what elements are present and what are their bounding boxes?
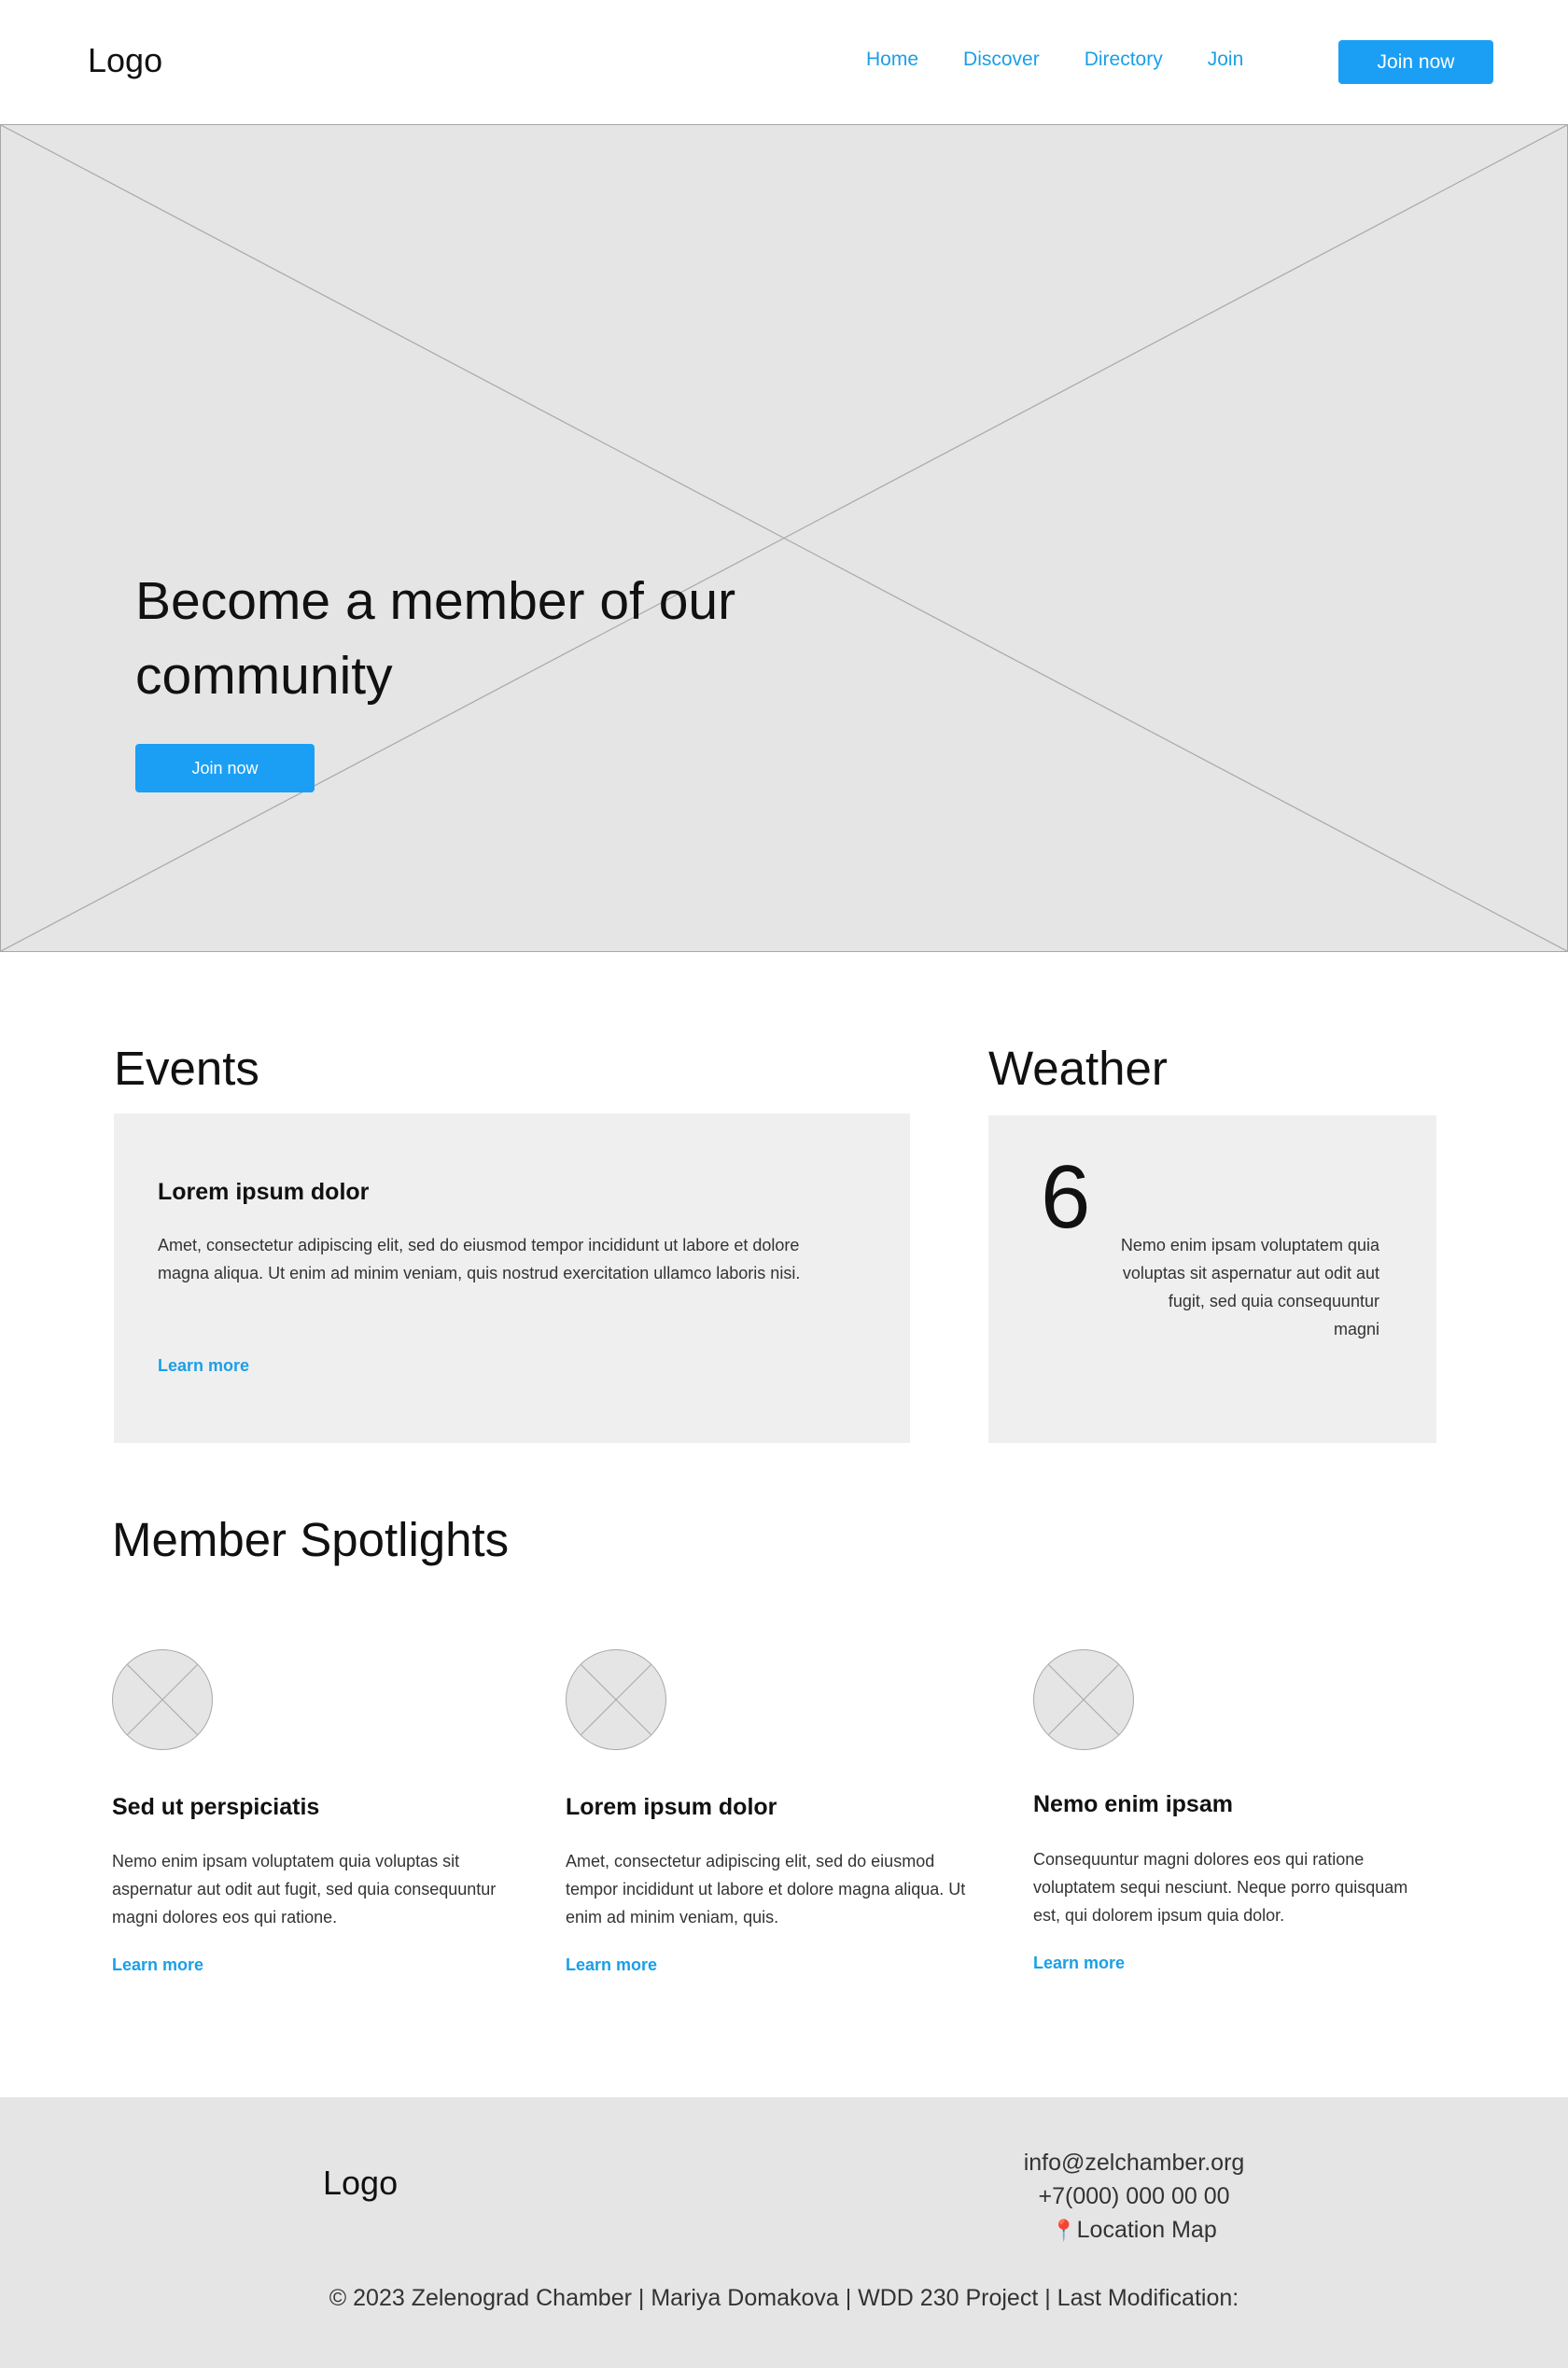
avatar-placeholder-icon (1033, 1649, 1134, 1750)
footer-copyright: © 2023 Zelenograd Chamber | Mariya Domak… (329, 2285, 1239, 2311)
spotlight-learn-more-link[interactable]: Learn more (566, 1955, 657, 1975)
hero-banner: Become a member of our community Join no… (0, 124, 1568, 952)
weather-description: Nemo enim ipsam voluptatem quia voluptas… (1120, 1236, 1379, 1338)
footer-phone[interactable]: +7(000) 000 00 00 (933, 2179, 1335, 2213)
events-title: Events (114, 1042, 259, 1095)
spotlight-heading: Nemo enim ipsam (1033, 1791, 1233, 1817)
hero-title: Become a member of our community (135, 571, 736, 706)
spotlight-learn-more-link[interactable]: Learn more (112, 1955, 203, 1975)
site-header: Logo Home Discover Directory Join Join n… (0, 0, 1568, 124)
footer-location-label[interactable]: Location Map (1077, 2217, 1217, 2243)
weather-temperature: 6 (1041, 1147, 1091, 1247)
header-logo[interactable]: Logo (88, 41, 162, 80)
nav-home[interactable]: Home (866, 49, 918, 71)
main-nav: Home Discover Directory Join (866, 49, 1243, 71)
event-learn-more-link[interactable]: Learn more (158, 1356, 249, 1376)
avatar-placeholder-icon (112, 1649, 213, 1750)
footer-email[interactable]: info@zelchamber.org (933, 2146, 1335, 2179)
spotlight-learn-more-link[interactable]: Learn more (1033, 1954, 1125, 1973)
event-text: Amet, consectetur adipiscing elit, sed d… (158, 1236, 801, 1282)
header-join-button[interactable]: Join now (1338, 40, 1493, 84)
footer-location[interactable]: 📍Location Map (933, 2213, 1335, 2248)
hero-join-button[interactable]: Join now (135, 744, 315, 792)
weather-title: Weather (988, 1042, 1168, 1095)
hero-image-placeholder (1, 125, 1567, 951)
spotlight-heading: Lorem ipsum dolor (566, 1794, 777, 1820)
spotlight-text: Amet, consectetur adipiscing elit, sed d… (566, 1852, 966, 1927)
nav-directory[interactable]: Directory (1085, 49, 1163, 71)
footer-contact: info@zelchamber.org +7(000) 000 00 00 📍L… (933, 2146, 1335, 2248)
event-heading: Lorem ipsum dolor (158, 1179, 370, 1205)
spotlight-heading: Sed ut perspiciatis (112, 1794, 320, 1820)
avatar-placeholder-icon (566, 1649, 666, 1750)
footer-logo[interactable]: Logo (323, 2164, 398, 2203)
events-card: Lorem ipsum dolor Amet, consectetur adip… (114, 1114, 910, 1443)
site-footer: Logo info@zelchamber.org +7(000) 000 00 … (0, 2097, 1568, 2368)
nav-discover[interactable]: Discover (963, 49, 1040, 71)
location-pin-icon: 📍 (1051, 2219, 1077, 2242)
spotlight-text: Consequuntur magni dolores eos qui ratio… (1033, 1850, 1408, 1925)
spotlights-title: Member Spotlights (112, 1513, 510, 1566)
spotlight-text: Nemo enim ipsam voluptatem quia voluptas… (112, 1852, 497, 1927)
nav-join[interactable]: Join (1208, 49, 1244, 71)
weather-card: 6 Nemo enim ipsam voluptatem quia volupt… (988, 1115, 1436, 1443)
